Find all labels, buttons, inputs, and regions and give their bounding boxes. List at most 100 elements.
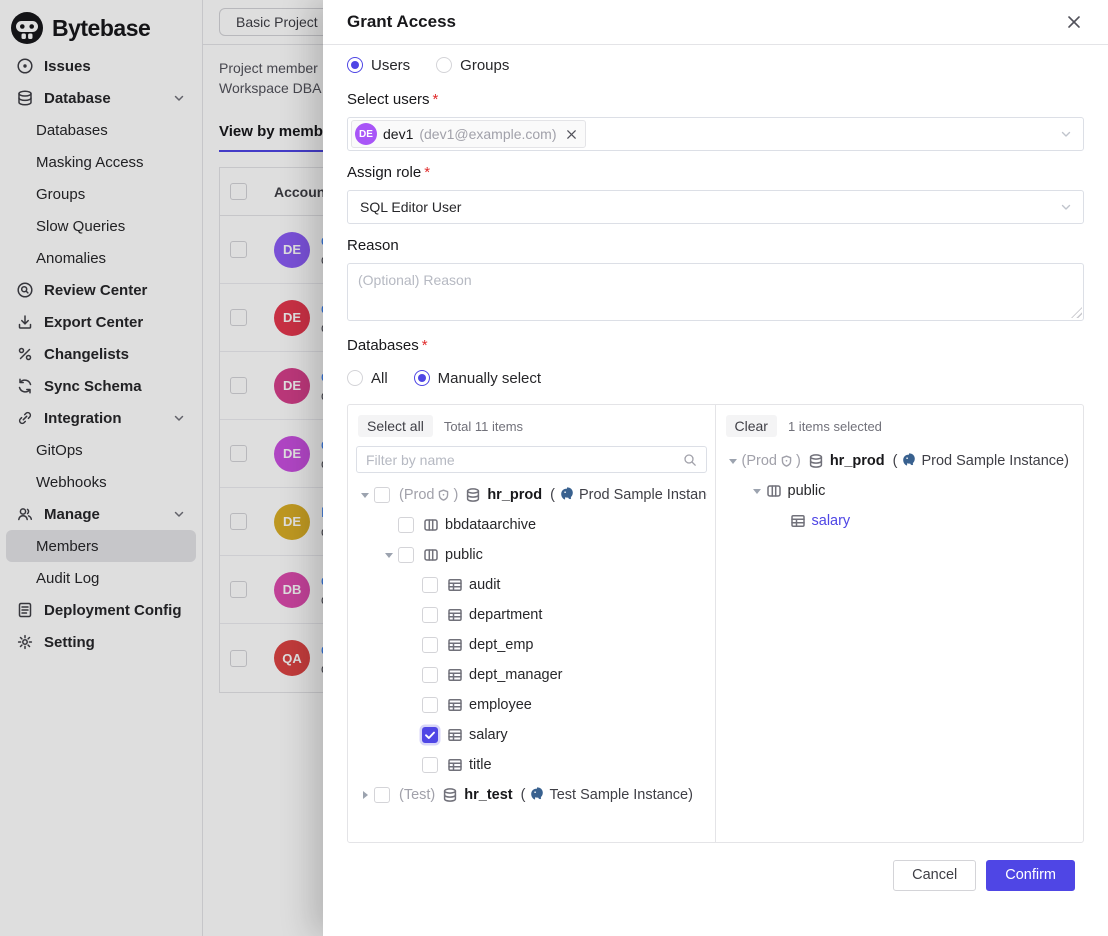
postgresql-icon xyxy=(559,487,575,503)
db-scope-radio-all[interactable]: All xyxy=(347,370,388,387)
tree-node-employee[interactable]: employee xyxy=(356,690,707,720)
radio-dot-icon xyxy=(347,370,363,386)
node-name: salary xyxy=(812,513,851,529)
caret-icon[interactable] xyxy=(380,553,398,558)
node-checkbox[interactable] xyxy=(422,667,438,683)
database-icon xyxy=(808,453,824,469)
remove-user-icon[interactable] xyxy=(565,128,578,141)
tree-node-hr_test[interactable]: (Test) hr_test (Test Sample Instance) xyxy=(356,780,707,810)
node-name: dept_emp xyxy=(469,637,534,653)
database-transfer-panel: Select all Total 11 items (Prod) hr_prod (… xyxy=(347,404,1084,843)
node-name: public xyxy=(445,547,483,563)
modal-body: Users Groups Select users* DE dev1 (dev1@… xyxy=(323,45,1108,936)
node-checkbox[interactable] xyxy=(398,547,414,563)
member-type-radio-users[interactable]: Users xyxy=(347,57,410,74)
shield-icon xyxy=(437,489,450,502)
instance-label: (Prod Sample Instance) xyxy=(550,487,706,503)
selected-database-tree: (Prod)hr_prod(Prod Sample Instance)publi… xyxy=(724,446,1076,834)
reason-textarea[interactable] xyxy=(347,263,1084,321)
clear-button[interactable]: Clear xyxy=(726,415,777,437)
tree-node-dept_emp[interactable]: dept_emp xyxy=(356,630,707,660)
role-select[interactable]: SQL Editor User xyxy=(347,190,1084,224)
users-select[interactable]: DE dev1 (dev1@example.com) xyxy=(347,117,1084,151)
tree-node-bbdataarchive[interactable]: bbdataarchive xyxy=(356,510,707,540)
table-icon xyxy=(447,667,463,683)
table-icon xyxy=(447,727,463,743)
postgresql-icon xyxy=(529,787,545,803)
environment-label: (Test) xyxy=(399,787,435,803)
node-name: hr_prod xyxy=(830,453,885,469)
close-icon[interactable] xyxy=(1064,12,1084,32)
tree-node-title[interactable]: title xyxy=(356,750,707,780)
environment-label: (Prod) xyxy=(742,453,801,469)
role-select-value: SQL Editor User xyxy=(360,199,461,215)
node-checkbox[interactable] xyxy=(422,727,438,743)
search-icon xyxy=(683,453,697,467)
required-asterisk: * xyxy=(422,337,428,354)
confirm-button[interactable]: Confirm xyxy=(986,860,1075,891)
table-icon xyxy=(447,637,463,653)
node-name: salary xyxy=(469,727,508,743)
db-scope-radio-manually-select[interactable]: Manually select xyxy=(414,370,541,387)
tree-node-audit[interactable]: audit xyxy=(356,570,707,600)
selected-user-chip: DE dev1 (dev1@example.com) xyxy=(351,120,586,148)
required-asterisk: * xyxy=(424,164,430,181)
grant-access-modal: Grant Access Users Groups Select users* D… xyxy=(323,0,1108,936)
tree-node-salary[interactable]: salary xyxy=(356,720,707,750)
node-name: dept_manager xyxy=(469,667,563,683)
node-name: audit xyxy=(469,577,500,593)
filter-input-wrap xyxy=(356,446,707,473)
select-all-button[interactable]: Select all xyxy=(358,415,433,437)
caret-icon[interactable] xyxy=(748,489,766,494)
filter-input[interactable] xyxy=(366,452,683,468)
tree-node-salary[interactable]: salary xyxy=(724,506,1076,536)
chevron-down-icon xyxy=(1059,127,1073,141)
instance-label: (Test Sample Instance) xyxy=(521,787,693,803)
source-database-tree: (Prod)hr_prod(Prod Sample Instance)bbdat… xyxy=(356,480,707,834)
tree-node-department[interactable]: department xyxy=(356,600,707,630)
assign-role-label: Assign role* xyxy=(347,164,1084,181)
table-icon xyxy=(447,757,463,773)
tree-node-public[interactable]: public xyxy=(356,540,707,570)
postgresql-icon xyxy=(901,453,917,469)
caret-icon[interactable] xyxy=(724,459,742,464)
node-checkbox[interactable] xyxy=(422,757,438,773)
node-checkbox[interactable] xyxy=(422,697,438,713)
cancel-button[interactable]: Cancel xyxy=(893,860,976,891)
schema-icon xyxy=(423,547,439,563)
tree-node-hr_prod[interactable]: (Prod)hr_prod(Prod Sample Instance) xyxy=(724,446,1076,476)
schema-icon xyxy=(423,517,439,533)
node-checkbox[interactable] xyxy=(374,787,390,803)
node-checkbox[interactable] xyxy=(374,487,390,503)
node-name: employee xyxy=(469,697,532,713)
modal-title: Grant Access xyxy=(347,12,456,32)
selected-panel-header: Clear 1 items selected xyxy=(724,413,1076,446)
node-checkbox[interactable] xyxy=(422,577,438,593)
radio-dot-icon xyxy=(414,370,430,386)
modal-header: Grant Access xyxy=(323,0,1108,45)
reason-field-wrap xyxy=(347,263,1084,321)
transfer-selected-panel: Clear 1 items selected (Prod)hr_prod(Pro… xyxy=(716,405,1084,842)
member-type-radio-groups[interactable]: Groups xyxy=(436,57,509,74)
node-name: hr_test xyxy=(464,787,512,803)
caret-icon[interactable] xyxy=(356,493,374,498)
radio-dot-icon xyxy=(436,57,452,73)
node-checkbox[interactable] xyxy=(398,517,414,533)
node-checkbox[interactable] xyxy=(422,637,438,653)
user-avatar: DE xyxy=(355,123,377,145)
selected-items-count: 1 items selected xyxy=(788,419,882,434)
node-name: hr_prod xyxy=(487,487,542,503)
table-icon xyxy=(447,577,463,593)
table-icon xyxy=(447,607,463,623)
caret-icon[interactable] xyxy=(356,791,374,799)
total-items-count: Total 11 items xyxy=(444,419,523,434)
tree-node-public[interactable]: public xyxy=(724,476,1076,506)
shield-icon xyxy=(780,455,793,468)
node-checkbox[interactable] xyxy=(422,607,438,623)
database-icon xyxy=(465,487,481,503)
node-name: department xyxy=(469,607,542,623)
tree-node-dept_manager[interactable]: dept_manager xyxy=(356,660,707,690)
node-name: title xyxy=(469,757,492,773)
tree-node-hr_prod[interactable]: (Prod)hr_prod(Prod Sample Instance) xyxy=(356,480,707,510)
select-users-label: Select users* xyxy=(347,91,1084,108)
